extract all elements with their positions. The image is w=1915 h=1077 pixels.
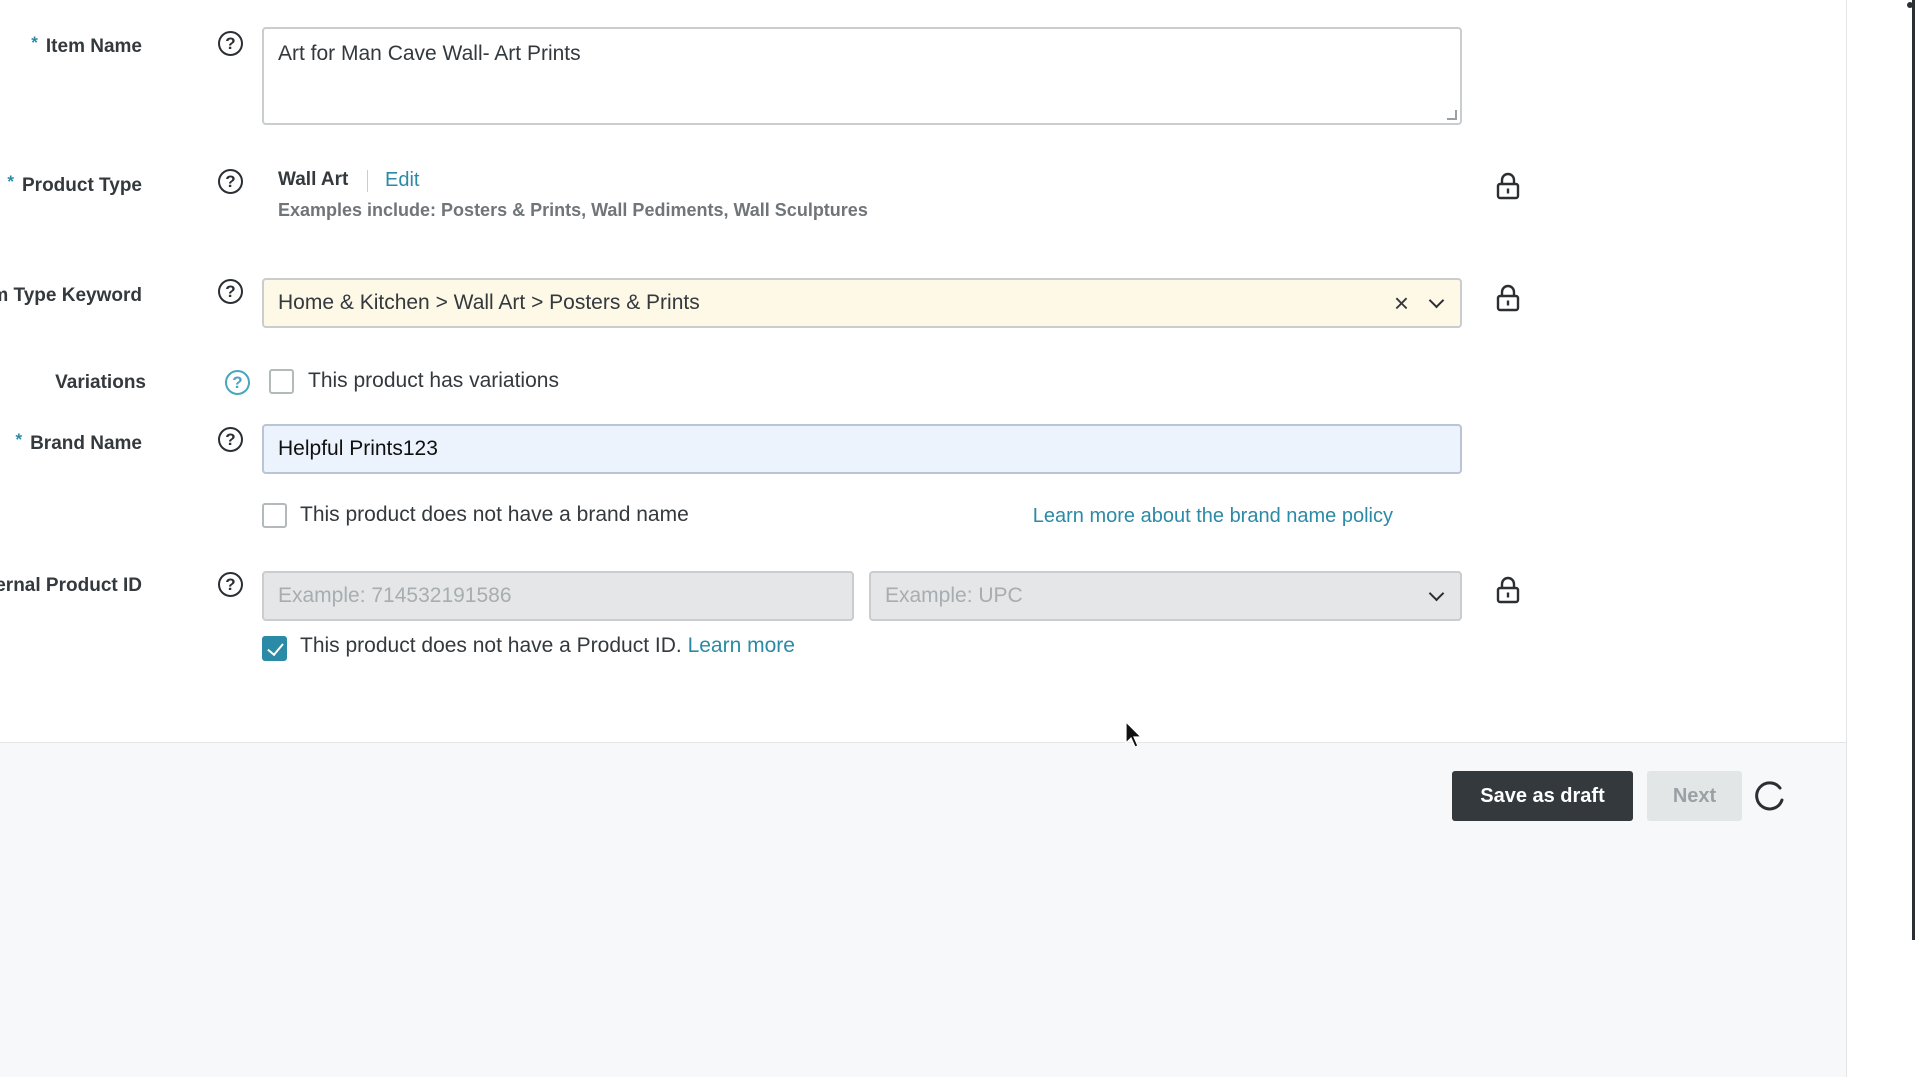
brand-name-label-text: Brand Name	[30, 433, 142, 454]
divider	[367, 170, 368, 192]
product-type-examples: Examples include: Posters & Prints, Wall…	[278, 200, 868, 220]
required-mark: *	[15, 430, 23, 449]
no-brand-checkbox-label: This product does not have a brand name	[300, 503, 689, 526]
side-panel	[1846, 0, 1915, 1077]
product-type-label: * Product Type	[7, 172, 142, 197]
variations-checkbox-label: This product has variations	[308, 369, 559, 392]
resize-grip-icon[interactable]	[1447, 110, 1457, 120]
next-button[interactable]: Next	[1647, 771, 1742, 821]
no-product-id-checkbox-label: This product does not have a Product ID.…	[300, 634, 795, 658]
item-type-keyword-combobox[interactable]: Home & Kitchen > Wall Art > Posters & Pr…	[262, 278, 1462, 328]
product-id-input[interactable]: Example: 714532191586	[262, 571, 854, 621]
product-type-value: Wall Art	[278, 169, 349, 190]
product-id-type-select[interactable]: Example: UPC	[869, 571, 1462, 621]
no-product-id-text: This product does not have a Product ID.	[300, 634, 682, 657]
product-type-label-text: Product Type	[22, 175, 142, 196]
mouse-cursor-icon	[1125, 721, 1143, 748]
variations-help-icon[interactable]: ?	[225, 370, 250, 395]
required-mark: *	[31, 33, 38, 52]
item-name-value: Art for Man Cave Wall- Art Prints	[278, 42, 581, 65]
external-product-id-help-icon[interactable]: ?	[218, 572, 243, 597]
brand-name-help-icon[interactable]: ?	[218, 427, 243, 452]
product-id-placeholder: Example: 714532191586	[278, 584, 512, 607]
item-type-keyword-label: *Item Type Keyword	[0, 282, 142, 307]
clear-icon[interactable]: ×	[1394, 290, 1409, 316]
external-product-id-label: External Product ID	[0, 575, 142, 596]
product-type-edit-link[interactable]: Edit	[385, 169, 419, 192]
learn-more-link[interactable]: Learn more	[688, 634, 795, 657]
loading-spinner-icon	[1755, 781, 1784, 811]
no-brand-checkbox[interactable]	[262, 503, 287, 528]
item-type-keyword-label-text: Item Type Keyword	[0, 285, 142, 306]
product-id-type-placeholder: Example: UPC	[885, 584, 1023, 607]
variations-checkbox[interactable]	[269, 369, 294, 394]
lock-icon	[1496, 284, 1520, 312]
brand-name-value: Helpful Prints123	[278, 437, 438, 460]
required-mark: *	[7, 172, 14, 191]
chevron-down-icon[interactable]	[1428, 292, 1445, 308]
item-type-keyword-help-icon[interactable]: ?	[218, 279, 243, 304]
chevron-down-icon	[1428, 585, 1445, 601]
lock-icon	[1496, 172, 1520, 200]
variations-label: Variations	[55, 372, 146, 393]
item-type-keyword-value: Home & Kitchen > Wall Art > Posters & Pr…	[278, 291, 700, 314]
item-name-textarea[interactable]: Art for Man Cave Wall- Art Prints	[262, 27, 1462, 125]
item-name-label-text: Item Name	[45, 36, 142, 57]
brand-name-label: * Brand Name	[15, 430, 142, 455]
product-type-help-icon[interactable]: ?	[218, 169, 243, 194]
brand-policy-link[interactable]: Learn more about the brand name policy	[1033, 505, 1393, 528]
save-as-draft-button[interactable]: Save as draft	[1452, 771, 1633, 821]
lock-icon	[1496, 576, 1520, 604]
page: * Item Name ? Art for Man Cave Wall- Art …	[0, 0, 1915, 1077]
item-name-help-icon[interactable]: ?	[218, 31, 243, 56]
no-product-id-checkbox[interactable]	[262, 636, 287, 661]
form-card: * Item Name ? Art for Man Cave Wall- Art …	[0, 0, 1846, 743]
brand-name-input[interactable]: Helpful Prints123	[262, 424, 1462, 474]
item-name-label: * Item Name	[31, 33, 142, 58]
